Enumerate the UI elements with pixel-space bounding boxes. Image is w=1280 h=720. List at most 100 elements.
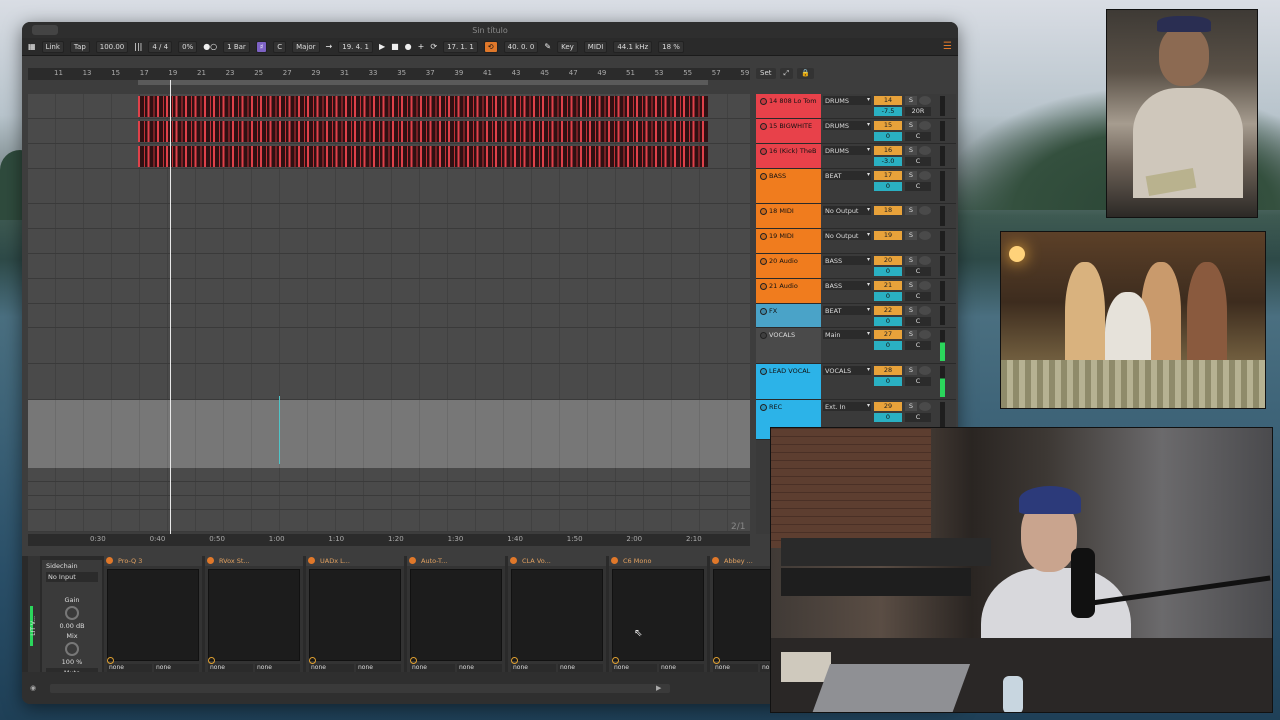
midi-clip[interactable] (138, 121, 708, 142)
track-header[interactable]: 19 MIDI No Output19S (756, 229, 956, 254)
menu-icon[interactable]: ☰ (943, 41, 952, 52)
plugin-header[interactable]: RVox St... (205, 556, 303, 566)
sidechain-ring-icon[interactable] (713, 657, 720, 664)
input-select[interactable]: none (612, 664, 657, 672)
track-number-button[interactable]: 15 (874, 121, 902, 130)
track-number-button[interactable]: 28 (874, 366, 902, 375)
arm-button[interactable] (919, 121, 931, 130)
output-select[interactable]: none (659, 664, 704, 672)
power-icon[interactable] (106, 557, 113, 564)
sidechain-ring-icon[interactable] (511, 657, 518, 664)
output-routing-select[interactable]: BASS (823, 256, 871, 265)
output-routing-select[interactable]: BEAT (823, 171, 871, 180)
output-routing-select[interactable]: VOCALS (823, 366, 871, 375)
track-number-button[interactable]: 27 (874, 330, 902, 339)
volume-field[interactable]: 0 (874, 317, 902, 326)
plugin-window[interactable] (208, 569, 300, 661)
output-select[interactable]: none (356, 664, 401, 672)
track-name-cell[interactable]: BASS (756, 169, 821, 203)
track-header[interactable]: 21 Audio BASS21 0SC (756, 279, 956, 304)
gain-knob[interactable] (65, 606, 79, 620)
plugin-window[interactable] (511, 569, 603, 661)
follow-icon[interactable]: → (326, 42, 333, 51)
plugin-device[interactable]: Pro-Q 3 none none (104, 556, 202, 672)
output-routing-select[interactable]: No Output (823, 231, 871, 240)
draw-mode-icon[interactable]: ✎ (544, 42, 551, 51)
volume-field[interactable]: 0 (874, 341, 902, 350)
output-routing-select[interactable]: No Output (823, 206, 871, 215)
track-name-cell[interactable]: 19 MIDI (756, 229, 821, 253)
lane-16[interactable] (28, 144, 750, 169)
track-name-cell[interactable]: 15 BIGWHITE (756, 119, 821, 143)
key-select[interactable]: C (273, 40, 287, 53)
power-icon[interactable] (712, 557, 719, 564)
power-icon[interactable] (510, 557, 517, 564)
track-header[interactable]: 16 (Kick) TheB DRUMS16 -3.0SC (756, 144, 956, 169)
output-routing-select[interactable]: BEAT (823, 306, 871, 315)
track-number-button[interactable]: 17 (874, 171, 902, 180)
solo-button[interactable]: S (905, 231, 917, 240)
output-routing-select[interactable]: BASS (823, 281, 871, 290)
track-name-cell[interactable]: 16 (Kick) TheB (756, 144, 821, 168)
volume-field[interactable]: 0 (874, 267, 902, 276)
return-lane-b[interactable] (28, 482, 750, 496)
input-select[interactable]: none (511, 664, 556, 672)
track-activator-icon[interactable] (760, 97, 767, 105)
track-name-cell[interactable]: 18 MIDI (756, 204, 821, 228)
arm-button[interactable] (919, 206, 931, 215)
solo-button[interactable]: S (905, 281, 917, 290)
lane-19[interactable] (28, 229, 750, 254)
plugin-header[interactable]: Pro-Q 3 (104, 556, 202, 566)
grid-icon[interactable]: ▦ (28, 42, 36, 51)
plugin-window[interactable] (107, 569, 199, 661)
lane-vocals[interactable] (28, 328, 750, 364)
lane-lead-vocal[interactable] (28, 364, 750, 400)
track-number-button[interactable]: 21 (874, 281, 902, 290)
beat-ruler[interactable]: 11 13 15 17 19 21 23 25 27 29 31 33 35 37 39 41 43 45 47 49… (28, 68, 750, 80)
tap-button[interactable]: Tap (69, 40, 90, 53)
pan-field[interactable]: C (905, 317, 931, 326)
track-activator-icon[interactable] (760, 307, 767, 315)
expand-icon[interactable]: ⤢ (779, 68, 794, 79)
arm-button[interactable] (919, 330, 931, 339)
solo-button[interactable]: S (905, 402, 917, 411)
track-header[interactable]: BASS BEAT17 0SC (756, 169, 956, 204)
track-number-button[interactable]: 16 (874, 146, 902, 155)
plugin-header[interactable]: Auto-T... (407, 556, 505, 566)
arm-button[interactable] (919, 171, 931, 180)
track-activator-icon[interactable] (760, 147, 767, 155)
midi-clip[interactable] (138, 96, 708, 117)
pan-field[interactable]: C (905, 157, 931, 166)
time-signature[interactable]: 4 / 4 (148, 40, 173, 53)
volume-field[interactable]: -7.5 (874, 107, 902, 116)
pan-field[interactable]: 20R (905, 107, 931, 116)
arm-button[interactable] (919, 146, 931, 155)
plugin-device[interactable]: UADx L... none none (306, 556, 404, 672)
solo-button[interactable]: S (905, 256, 917, 265)
solo-button[interactable]: S (905, 171, 917, 180)
input-select[interactable]: none (309, 664, 354, 672)
plugin-header[interactable]: CLA Vo... (508, 556, 606, 566)
metronome-icon[interactable]: ●○ (203, 42, 217, 51)
arm-button[interactable] (919, 306, 931, 315)
volume-field[interactable]: 0 (874, 377, 902, 386)
lock-icon[interactable]: 🔒 (797, 68, 814, 79)
lane-21[interactable] (28, 279, 750, 304)
solo-button[interactable]: S (905, 366, 917, 375)
plugin-window[interactable] (612, 569, 704, 661)
track-name-cell[interactable]: VOCALS (756, 328, 821, 363)
lane-18[interactable] (28, 204, 750, 229)
track-header[interactable]: LEAD VOCAL VOCALS28 0SC (756, 364, 956, 400)
input-select[interactable]: none (208, 664, 253, 672)
lane-15[interactable] (28, 119, 750, 144)
automation-icon[interactable]: ⟳ (430, 42, 437, 51)
loop-length[interactable]: 40. 0. 0 (503, 40, 539, 53)
stop-icon[interactable]: ■ (391, 42, 399, 51)
sidechain-input-select[interactable]: No Input (46, 572, 98, 582)
lane-20[interactable] (28, 254, 750, 279)
arm-button[interactable] (919, 366, 931, 375)
rack-strip[interactable]: LIT V... (28, 556, 40, 672)
quantize-select[interactable]: 1 Bar (223, 40, 250, 53)
plugin-device[interactable]: RVox St... none none (205, 556, 303, 672)
output-routing-select[interactable]: DRUMS (823, 146, 871, 155)
